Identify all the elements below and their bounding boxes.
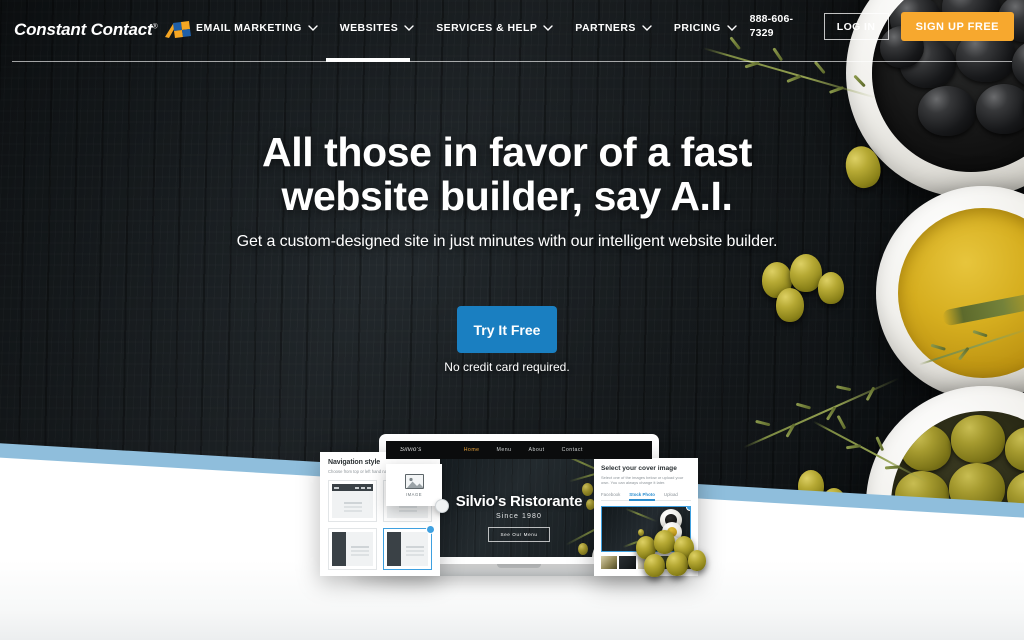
tab-upload[interactable]: Upload bbox=[664, 492, 678, 497]
selected-check-icon bbox=[426, 525, 435, 535]
mock-nav-contact[interactable]: Contact bbox=[562, 447, 583, 453]
chevron-down-icon bbox=[543, 25, 553, 31]
laptop-notch bbox=[497, 564, 541, 568]
selected-check-icon bbox=[686, 506, 690, 511]
nav-active-indicator bbox=[326, 58, 410, 62]
chevron-down-icon bbox=[642, 25, 652, 31]
nav-divider-rule bbox=[12, 61, 1012, 62]
tab-facebook[interactable]: Facebook bbox=[601, 492, 620, 497]
nav-style-option-left-b-selected[interactable] bbox=[383, 525, 435, 571]
drag-handle-icon[interactable] bbox=[435, 499, 449, 513]
cover-image-subtitle: Select one of the images below or upload… bbox=[601, 475, 684, 486]
image-element-card[interactable]: IMAGE bbox=[386, 464, 449, 513]
nav-style-option-left-a[interactable] bbox=[328, 528, 377, 571]
image-element-label: IMAGE bbox=[406, 491, 422, 497]
mock-site-nav-links: Home Menu About Contact bbox=[464, 447, 583, 453]
cover-image-title: Select your cover image bbox=[601, 465, 677, 472]
nav-item-label: SERVICES & HELP bbox=[436, 22, 538, 34]
foreground-olives-image bbox=[632, 530, 712, 577]
nav-item-label: PARTNERS bbox=[575, 22, 636, 34]
mock-site-navbar: Silvio's Home Menu About Contact bbox=[386, 441, 652, 459]
cover-thumb[interactable] bbox=[601, 555, 618, 569]
top-navigation-bar: Constant Contact® EMAIL MARKETING WEBSIT… bbox=[0, 0, 1024, 63]
mock-nav-home[interactable]: Home bbox=[464, 447, 480, 453]
product-mockup: Silvio's Home Menu About Contact Silvio'… bbox=[0, 0, 1024, 640]
chevron-down-icon bbox=[404, 25, 414, 31]
log-in-button[interactable]: LOG IN bbox=[823, 13, 889, 40]
cover-image-tabs: Facebook Stock Photo Upload bbox=[601, 492, 691, 501]
mock-nav-menu[interactable]: Menu bbox=[497, 447, 512, 453]
phone-number-link[interactable]: 888-606-7329 bbox=[750, 13, 812, 39]
nav-item-pricing[interactable]: PRICING bbox=[674, 22, 737, 34]
nav-item-partners[interactable]: PARTNERS bbox=[575, 22, 652, 34]
nav-item-label: EMAIL MARKETING bbox=[196, 22, 302, 34]
mock-site-logo: Silvio's bbox=[400, 447, 422, 453]
page-root: Constant Contact® EMAIL MARKETING WEBSIT… bbox=[0, 0, 1024, 640]
tab-stock-photo[interactable]: Stock Photo bbox=[629, 492, 655, 501]
nav-links: EMAIL MARKETING WEBSITES SERVICES & HELP… bbox=[196, 22, 737, 34]
nav-style-option-top-a[interactable] bbox=[328, 480, 377, 523]
mock-site-cta-button[interactable]: See Our Menu bbox=[488, 527, 550, 542]
nav-actions: 888-606-7329 LOG IN SIGN UP FREE bbox=[750, 12, 1014, 41]
logo-wordmark: Constant Contact® bbox=[14, 20, 158, 39]
registered-mark: ® bbox=[152, 23, 158, 31]
nav-item-services-help[interactable]: SERVICES & HELP bbox=[436, 22, 553, 34]
chevron-down-icon bbox=[308, 25, 318, 31]
chevron-down-icon bbox=[727, 25, 737, 31]
constant-contact-logo[interactable]: Constant Contact® bbox=[14, 20, 194, 40]
sign-up-free-button[interactable]: SIGN UP FREE bbox=[900, 12, 1014, 41]
nav-item-label: PRICING bbox=[673, 22, 721, 34]
nav-item-label: WEBSITES bbox=[339, 22, 399, 34]
nav-item-websites[interactable]: WEBSITES bbox=[340, 22, 414, 34]
mock-nav-about[interactable]: About bbox=[529, 447, 545, 453]
picture-icon bbox=[404, 473, 424, 489]
ribbon-logo-icon bbox=[165, 21, 192, 38]
nav-item-email-marketing[interactable]: EMAIL MARKETING bbox=[196, 22, 318, 34]
